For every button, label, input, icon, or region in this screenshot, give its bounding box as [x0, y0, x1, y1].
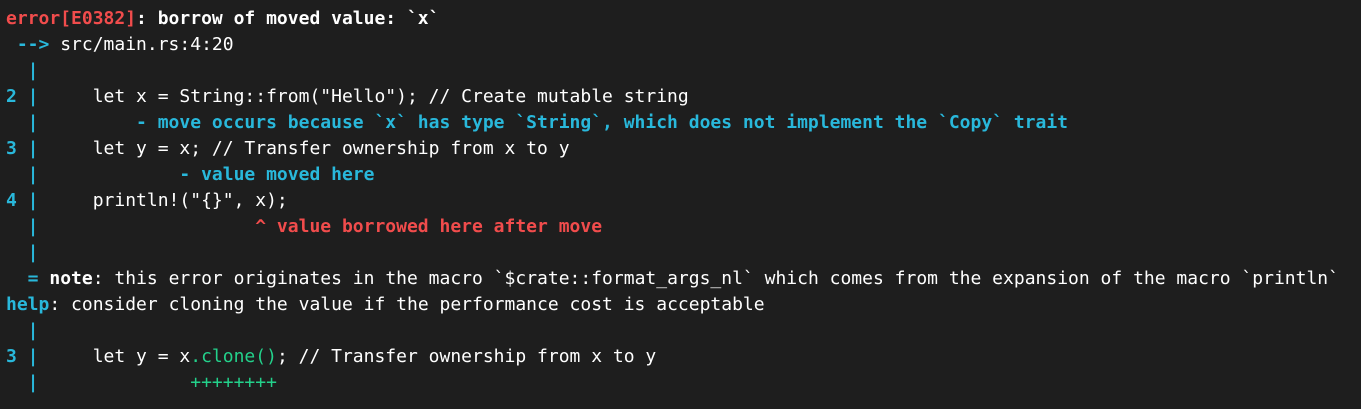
terminal-line: | — [6, 318, 39, 344]
terminal-line: | - move occurs because `x` has type `St… — [6, 110, 1068, 136]
terminal-line: 3 | let y = x.clone(); // Transfer owner… — [6, 344, 656, 370]
terminal-text: : consider cloning the value if the perf… — [49, 294, 765, 315]
terminal-line: 2 | let x = String::from("Hello"); // Cr… — [6, 84, 689, 110]
terminal-text: error[E0382] — [6, 8, 137, 29]
terminal-text: let y = x — [38, 346, 191, 367]
terminal-text: | — [6, 60, 39, 81]
terminal-text: - value moved here — [38, 164, 375, 185]
terminal-text: : borrow of moved value: `x` — [136, 8, 440, 29]
terminal-text: | — [6, 112, 39, 133]
terminal-text: --> — [6, 34, 61, 55]
terminal-text: | — [6, 164, 39, 185]
terminal-text: 3 | — [6, 346, 39, 367]
terminal-output: error[E0382]: borrow of moved value: `x`… — [6, 6, 1361, 409]
terminal-text: ^ value borrowed here after move — [38, 216, 603, 237]
terminal-text: ++++++++ — [38, 372, 277, 393]
terminal-line: --> src/main.rs:4:20 — [6, 32, 234, 58]
terminal-text: 2 | — [6, 86, 39, 107]
terminal-text: note — [49, 268, 93, 289]
terminal-text: = — [6, 268, 50, 289]
terminal-text: | — [6, 320, 39, 341]
terminal-line: error[E0382]: borrow of moved value: `x` — [6, 6, 439, 32]
terminal-text: let y = x; // Transfer ownership from x … — [38, 138, 570, 159]
terminal-line: 3 | let y = x; // Transfer ownership fro… — [6, 136, 570, 162]
terminal-text: .clone() — [190, 346, 277, 367]
terminal-text: help — [6, 294, 50, 315]
terminal-line: | — [6, 240, 39, 266]
terminal-text: : this error originates in the macro `$c… — [92, 268, 1339, 289]
terminal-line: | - value moved here — [6, 162, 375, 188]
terminal-text: 3 | — [6, 138, 39, 159]
terminal-line: | ^ value borrowed here after move — [6, 214, 602, 240]
terminal-line: | — [6, 58, 39, 84]
terminal-text: println!("{}", x); — [38, 190, 288, 211]
terminal-text: ; // Transfer ownership from x to y — [276, 346, 657, 367]
terminal-line: 4 | println!("{}", x); — [6, 188, 288, 214]
terminal-text: | — [6, 216, 39, 237]
terminal-line: | ++++++++ — [6, 370, 277, 396]
terminal-text: - move occurs because `x` has type `Stri… — [38, 112, 1069, 133]
terminal-line: = note: this error originates in the mac… — [6, 266, 1339, 292]
terminal-text: src/main.rs:4:20 — [60, 34, 234, 55]
terminal-text: 4 | — [6, 190, 39, 211]
terminal-line: help: consider cloning the value if the … — [6, 292, 765, 318]
terminal-text: let x = String::from("Hello"); // Create… — [38, 86, 689, 107]
terminal-text: | — [6, 372, 39, 393]
terminal-text: | — [6, 242, 39, 263]
